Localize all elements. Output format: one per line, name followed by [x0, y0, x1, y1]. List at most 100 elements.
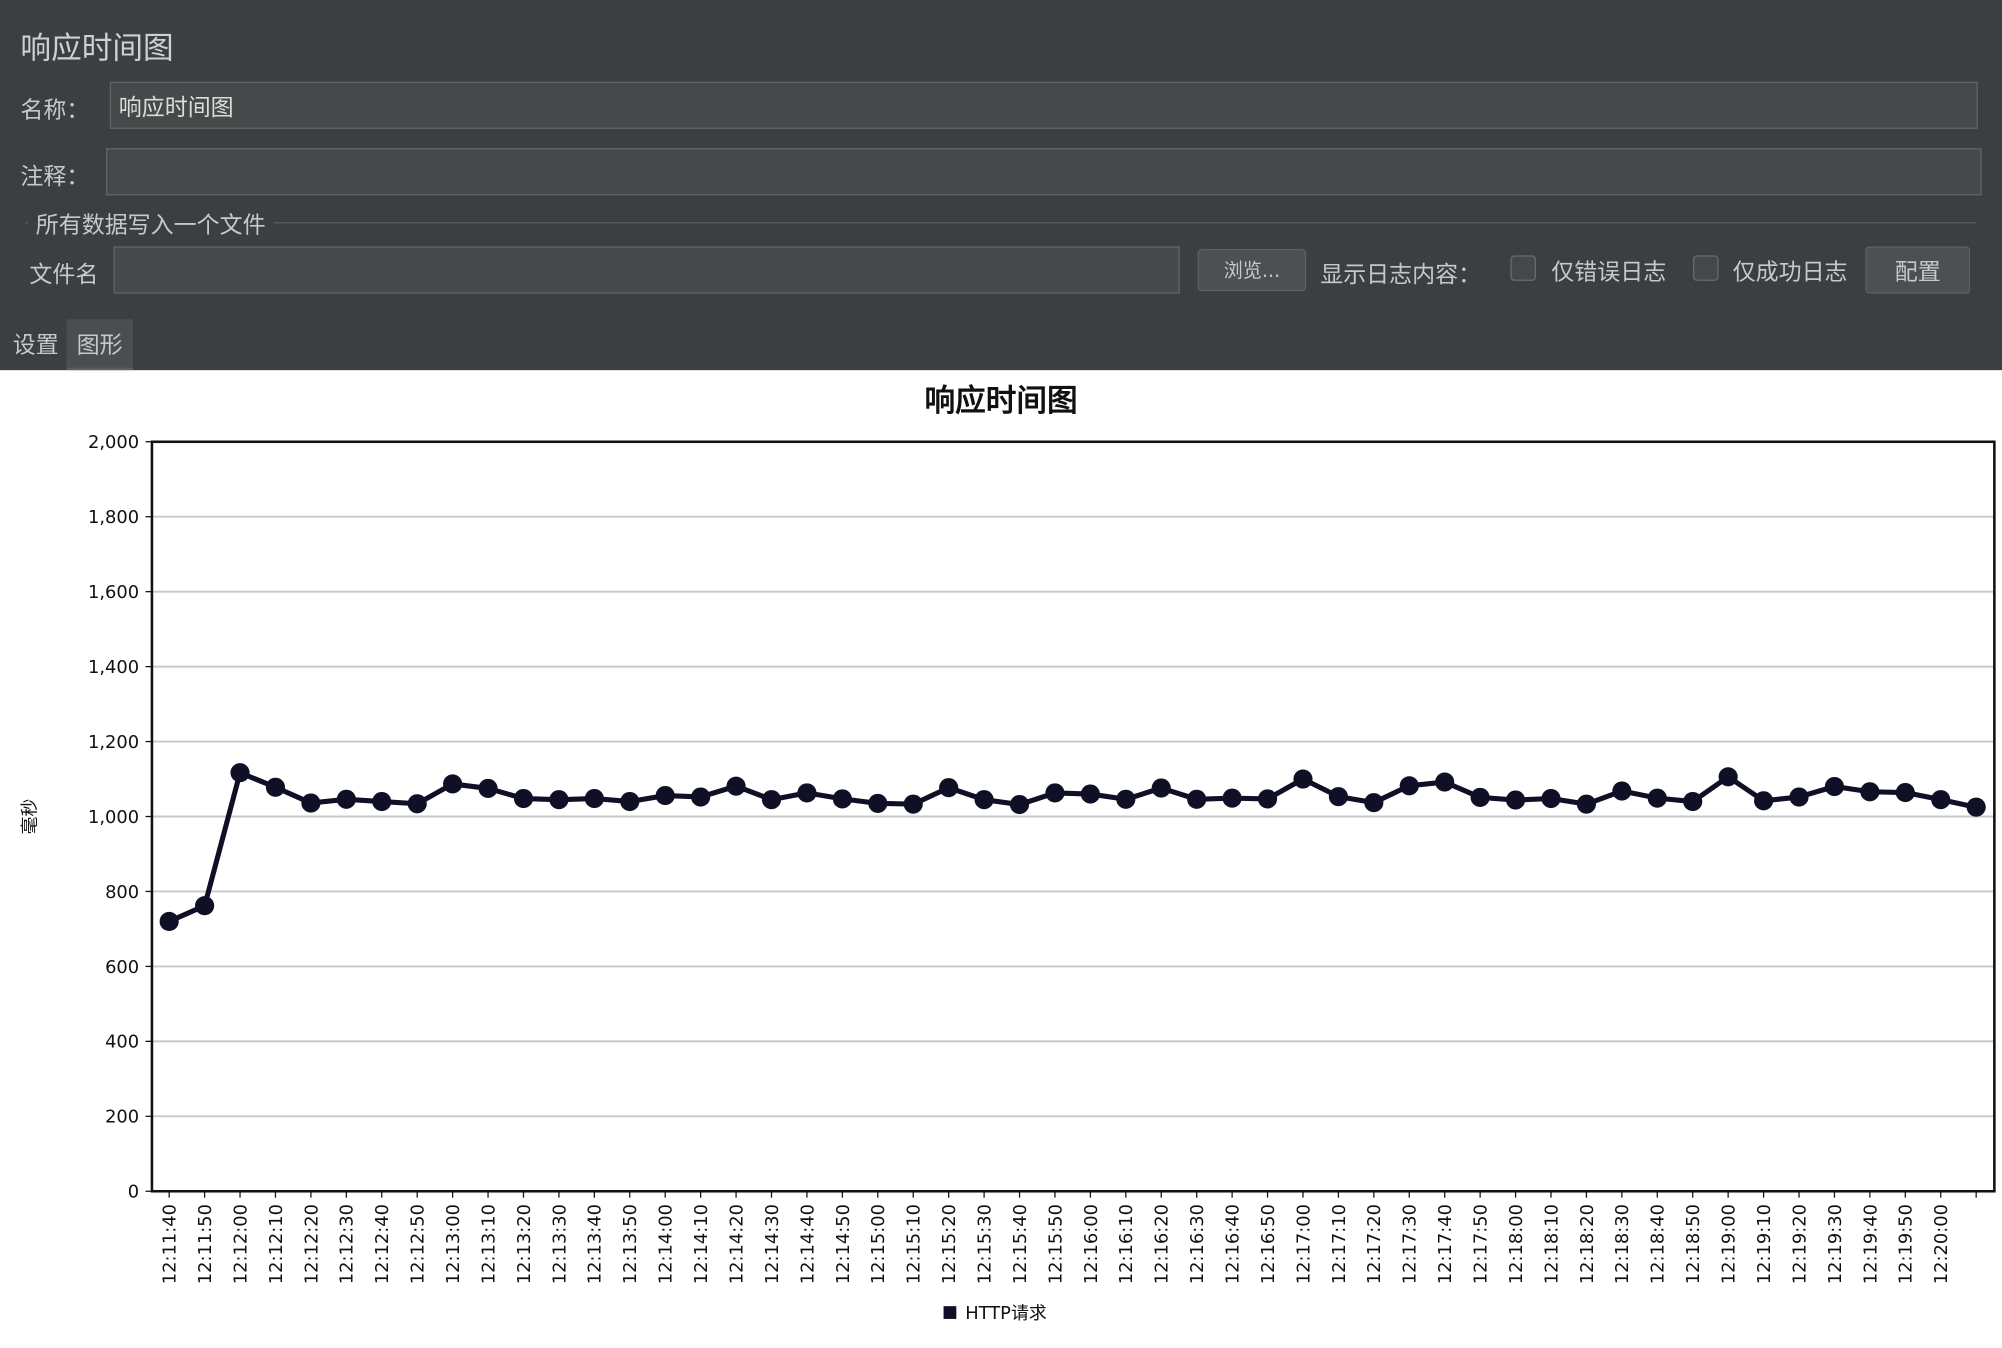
name-field-value: 响应时间图: [118, 93, 234, 121]
data-point: [1222, 788, 1242, 808]
x-tick-label: 12:19:10: [1754, 1204, 1775, 1284]
data-point: [301, 793, 321, 813]
data-point: [1080, 784, 1100, 804]
x-tick-label: 12:14:40: [797, 1204, 818, 1284]
chart-title: 响应时间图: [924, 383, 1077, 419]
response-time-chart: 响应时间图 0 200 400 600 800 1,000 1,200 1,400 1,600 1,…: [20, 383, 1996, 1324]
data-point: [1824, 776, 1845, 797]
x-tick-label: 12:15:30: [974, 1204, 995, 1284]
success-only-checkbox[interactable]: [1693, 255, 1719, 281]
data-point: [1505, 790, 1526, 810]
y-tick-label: 1,600: [88, 582, 139, 603]
data-point: [1931, 790, 1951, 810]
x-tick-label: 12:16:50: [1258, 1204, 1279, 1284]
x-tick-label: 12:12:00: [230, 1204, 251, 1284]
data-point: [691, 787, 711, 807]
data-point: [1541, 788, 1561, 809]
data-point: [1257, 789, 1278, 809]
data-point: [974, 790, 994, 810]
browse-button[interactable]: 浏览...: [1197, 248, 1307, 292]
x-tick-label: 12:17:10: [1329, 1204, 1350, 1284]
x-tick-label: 12:15:10: [904, 1204, 925, 1284]
x-tick-label: 12:19:00: [1719, 1204, 1740, 1284]
x-tick-label: 12:13:20: [514, 1204, 535, 1284]
series-line: [168, 770, 1977, 924]
x-tick-label: 12:14:10: [691, 1204, 712, 1284]
data-point: [265, 777, 286, 797]
y-tick-label: 1,800: [88, 507, 139, 528]
y-tick-label: 2,000: [88, 432, 139, 453]
x-tick-label: 12:18:50: [1683, 1204, 1704, 1284]
comment-label: 注释：: [20, 163, 90, 191]
x-tick-label: 12:14:20: [726, 1204, 747, 1284]
data-point: [1754, 791, 1774, 811]
comment-field[interactable]: [105, 148, 1982, 196]
tab-graph-label: 图形: [76, 331, 123, 359]
name-label: 名称：: [20, 97, 90, 124]
data-point: [832, 789, 852, 809]
data-point: [655, 785, 675, 806]
configure-button[interactable]: 配置: [1865, 246, 1971, 294]
data-point: [1328, 787, 1348, 807]
data-point: [372, 791, 392, 812]
x-tick-label: 12:14:30: [762, 1204, 783, 1284]
filename-label: 文件名: [29, 261, 99, 289]
legend-label: HTTP请求: [965, 1303, 1047, 1324]
y-tick-label: 800: [105, 882, 139, 903]
data-point: [1399, 776, 1419, 796]
x-tick-label: 12:18:30: [1612, 1204, 1633, 1284]
data-point: [868, 793, 888, 813]
file-group-title: 所有数据写入一个文件: [28, 206, 274, 241]
x-tick-label: 12:15:00: [868, 1204, 889, 1284]
y-tick-label: 600: [105, 957, 139, 978]
filename-field[interactable]: [113, 246, 1180, 294]
x-tick-label: 12:15:50: [1045, 1204, 1066, 1284]
data-point: [1789, 787, 1809, 807]
settings-panel: 响应时间图 名称： 响应时间图 注释： 所有数据写入一个文件 文件名 浏览...…: [0, 0, 2002, 371]
data-point: [1470, 787, 1490, 807]
y-tick-label: 0: [128, 1182, 139, 1203]
errors-only-checkbox[interactable]: [1510, 255, 1536, 281]
x-tick-label: 12:13:10: [478, 1204, 499, 1284]
x-tick-label: 12:19:20: [1789, 1204, 1810, 1284]
x-tick-label: 12:16:20: [1152, 1204, 1173, 1284]
x-tick-label: 12:17:40: [1435, 1204, 1456, 1284]
name-field[interactable]: 响应时间图: [109, 81, 1978, 129]
log-content-label: 显示日志内容：: [1320, 261, 1482, 289]
x-tick-label: 12:14:00: [656, 1204, 677, 1284]
x-tick-label: 12:12:10: [266, 1204, 287, 1284]
data-point: [939, 778, 959, 798]
tab-graph[interactable]: 图形: [66, 319, 133, 371]
tab-settings[interactable]: 设置: [5, 319, 66, 368]
data-point: [195, 896, 215, 916]
data-point: [336, 789, 356, 809]
data-point: [1647, 788, 1667, 808]
x-tick-label: 12:18:40: [1648, 1204, 1669, 1284]
x-tick-label: 12:13:50: [620, 1204, 641, 1284]
data-point: [1045, 783, 1065, 803]
data-point: [1116, 789, 1136, 809]
x-tick-label: 12:18:10: [1541, 1204, 1562, 1284]
x-tick-label: 12:11:50: [195, 1204, 216, 1284]
x-tick-label: 12:16:40: [1222, 1204, 1243, 1284]
x-tick-label: 12:12:30: [337, 1204, 358, 1284]
data-point: [584, 788, 604, 809]
errors-only-label: 仅错误日志: [1551, 259, 1667, 287]
x-tick-label: 12:19:40: [1860, 1204, 1881, 1284]
x-tick-label: 12:16:00: [1081, 1204, 1102, 1284]
x-tick-label: 12:17:30: [1400, 1204, 1421, 1284]
response-time-graph-page: 响应时间图 名称： 响应时间图 注释： 所有数据写入一个文件 文件名 浏览...…: [0, 0, 2002, 1341]
x-tick-label: 12:13:30: [549, 1204, 570, 1284]
x-tick-label: 12:18:00: [1506, 1204, 1527, 1284]
x-tick-label: 12:17:50: [1471, 1204, 1492, 1284]
data-point: [726, 776, 746, 796]
data-point: [1895, 782, 1915, 803]
x-tick-label: 12:15:40: [1010, 1204, 1031, 1284]
data-point: [1576, 794, 1596, 814]
x-tick-label: 12:19:30: [1825, 1204, 1846, 1284]
data-point: [478, 778, 498, 798]
x-tick-label: 12:13:40: [585, 1204, 606, 1284]
data-point: [513, 788, 534, 809]
data-point: [1009, 794, 1030, 815]
chart-area: 响应时间图 0 200 400 600 800 1,000 1,200 1,400 1,600 1,…: [0, 370, 2002, 1341]
